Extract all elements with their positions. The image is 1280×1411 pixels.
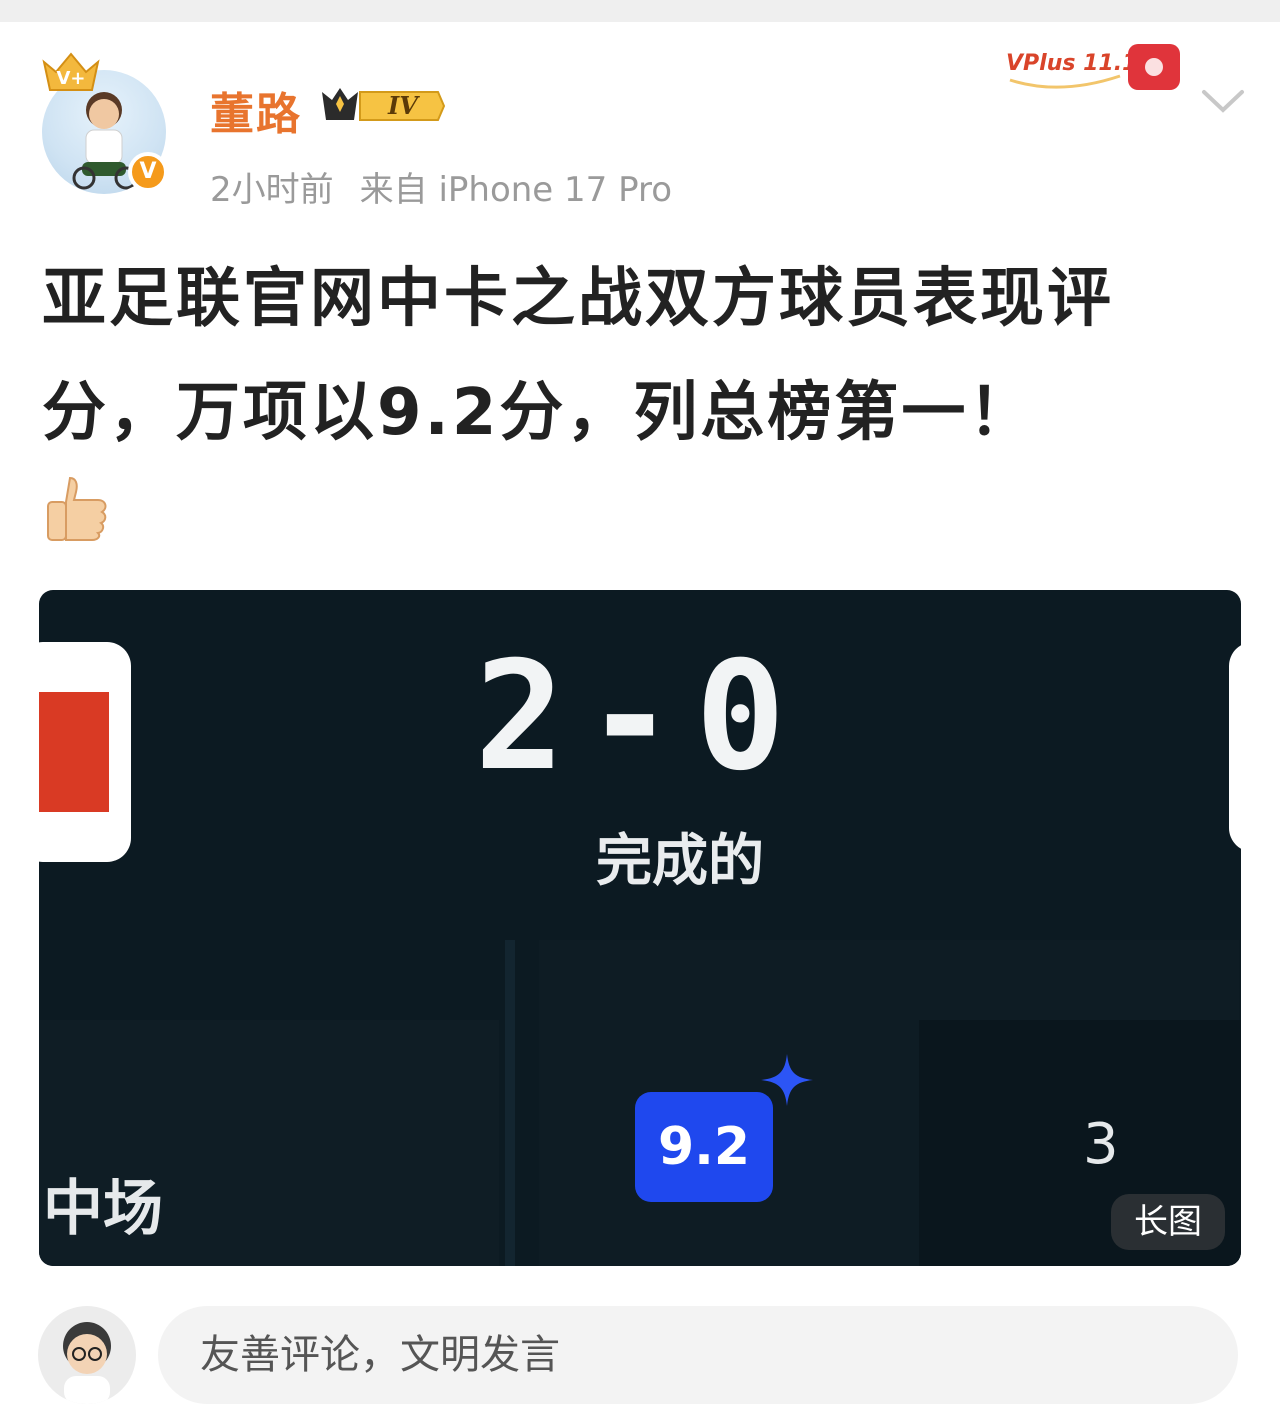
sparkle-icon bbox=[759, 1052, 815, 1108]
player-position: 中场 bbox=[43, 1174, 163, 1244]
post-time: 2小时前 bbox=[210, 170, 334, 210]
match-status: 完成的 bbox=[596, 829, 764, 894]
post-text: 亚足联官网中卡之战双方球员表现评分，万项以9.2分，列总榜第一！ bbox=[42, 262, 1114, 450]
post-image[interactable]: 2-0 完成的 中场 9.2 3 长图 bbox=[39, 590, 1241, 1266]
svg-text:V+: V+ bbox=[56, 68, 85, 89]
top-divider bbox=[0, 0, 1280, 22]
player-rating: 9.2 bbox=[635, 1092, 773, 1202]
long-image-tag: 长图 bbox=[1111, 1194, 1225, 1250]
thumbs-up-icon bbox=[44, 474, 112, 542]
match-score: 2-0 bbox=[474, 630, 806, 804]
stat-value: 3 bbox=[1083, 1112, 1119, 1177]
v-plus-crown-icon: V+ bbox=[38, 48, 104, 98]
author-avatar[interactable]: V+ V bbox=[38, 48, 178, 198]
member-level-text: IV bbox=[387, 91, 420, 120]
comment-input[interactable]: 友善评论，文明发言 bbox=[158, 1306, 1238, 1404]
author-name[interactable]: 董路 bbox=[210, 78, 302, 142]
post-meta: 2小时前 来自 iPhone 17 Pro bbox=[210, 162, 672, 211]
member-level-badge[interactable]: IV bbox=[318, 82, 446, 130]
verified-v-icon: V bbox=[128, 152, 168, 192]
vplus-promo-banner[interactable]: VPlus 11.11 bbox=[1000, 36, 1200, 100]
post-source: 来自 iPhone 17 Pro bbox=[359, 170, 673, 210]
panel-divider bbox=[505, 940, 515, 1266]
chevron-down-icon[interactable] bbox=[1200, 86, 1246, 116]
my-avatar[interactable] bbox=[38, 1306, 136, 1404]
